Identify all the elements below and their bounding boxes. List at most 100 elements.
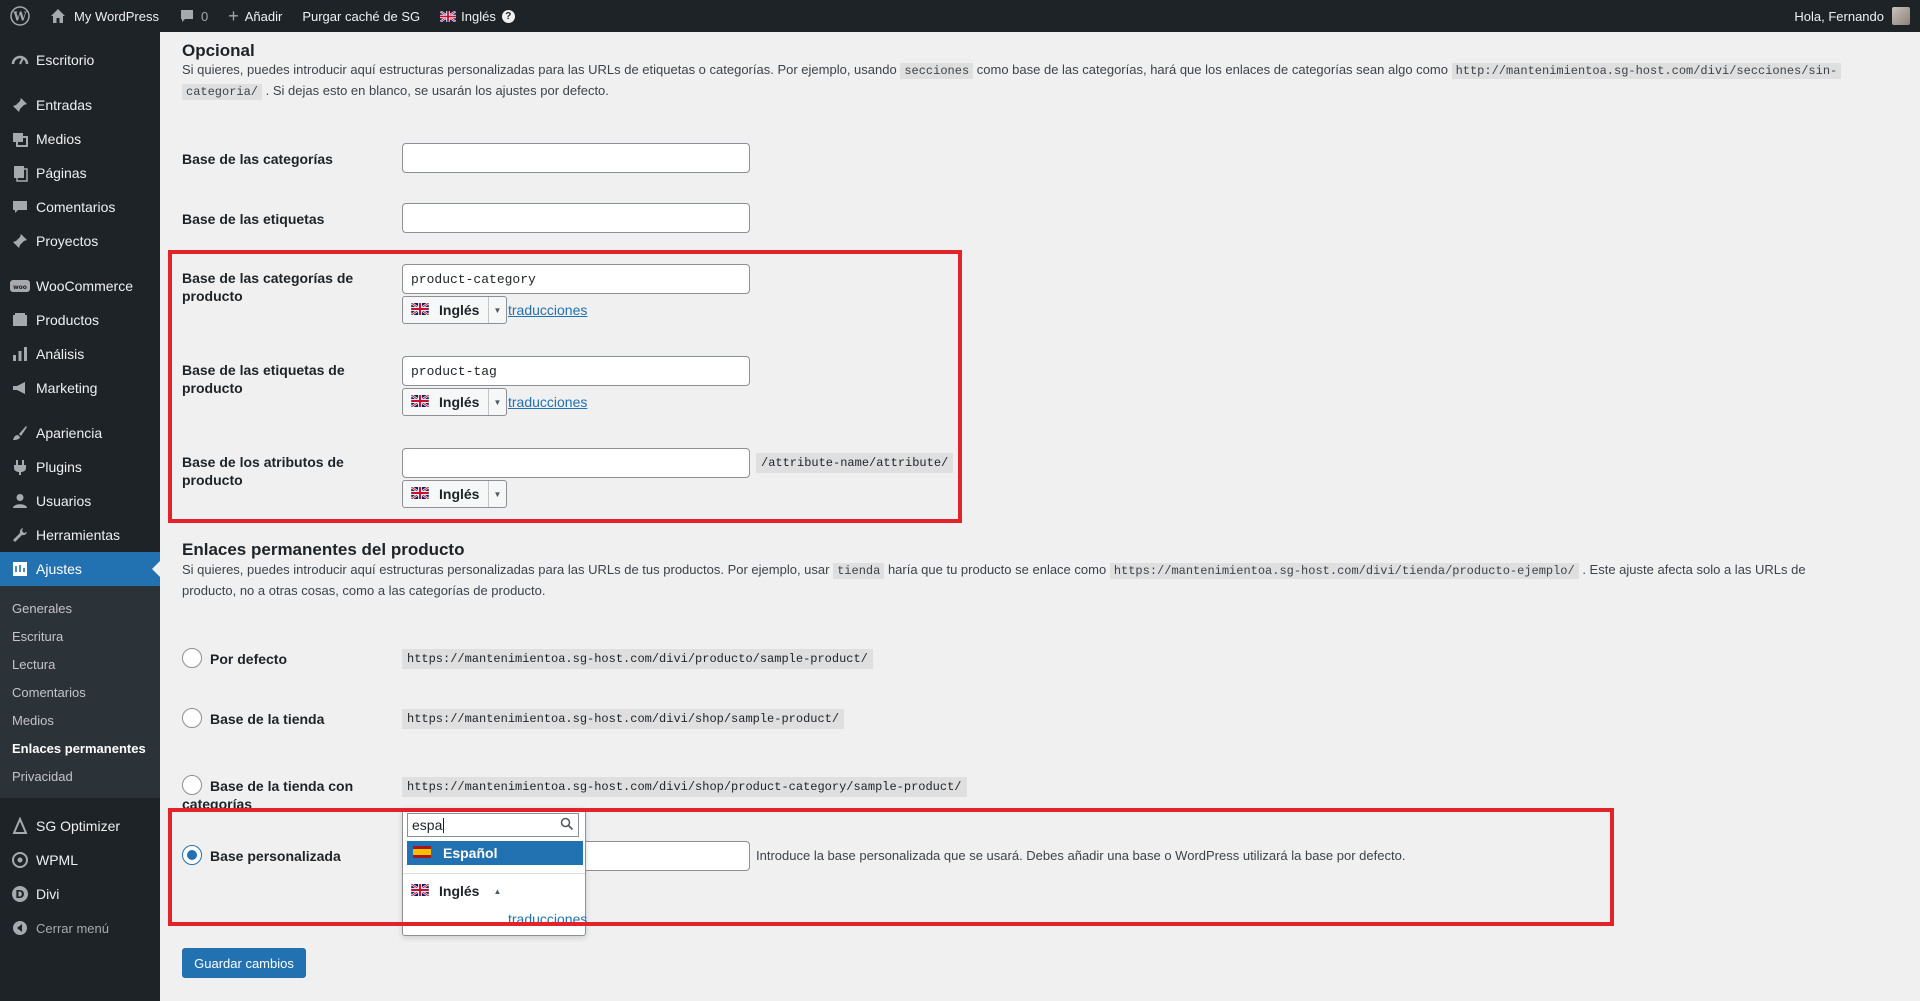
- uk-flag-icon: [410, 883, 430, 899]
- sidebar-item-label: Escritorio: [36, 52, 95, 68]
- comments-link[interactable]: 0: [169, 0, 218, 32]
- sidebar-item-paginas[interactable]: Páginas: [0, 156, 160, 190]
- search-value: espa: [412, 817, 443, 833]
- sidebar-item-label: Ajustes: [36, 561, 82, 577]
- submenu-enlaces-permanentes[interactable]: Enlaces permanentes: [0, 734, 160, 762]
- sidebar-item-wpml[interactable]: WPML: [0, 843, 160, 877]
- desc-text: . Este ajuste afecta solo a las URLs de: [1582, 562, 1806, 577]
- desc-text: Si quieres, puedes introducir aquí estru…: [182, 62, 897, 77]
- category-base-input[interactable]: [402, 143, 750, 173]
- translations-link[interactable]: traducciones: [508, 911, 587, 927]
- uk-flag-icon: [440, 10, 457, 22]
- avatar: [1892, 7, 1910, 25]
- brush-icon: [10, 423, 30, 443]
- submenu-escritura[interactable]: Escritura: [0, 622, 160, 650]
- submenu-lectura[interactable]: Lectura: [0, 650, 160, 678]
- save-changes-button[interactable]: Guardar cambios: [182, 948, 306, 978]
- sidebar-item-comentarios[interactable]: Comentarios: [0, 190, 160, 224]
- sidebar-item-label: Usuarios: [36, 493, 92, 509]
- sidebar-item-label: Marketing: [36, 380, 98, 396]
- desc-text: como base de las categorías, hará que lo…: [976, 62, 1448, 77]
- svg-text:woo: woo: [13, 284, 27, 291]
- desc-text: Si quieres, puedes introducir aquí estru…: [182, 562, 830, 577]
- sidebar-item-label: SG Optimizer: [36, 818, 121, 834]
- sidebar-item-entradas[interactable]: Entradas: [0, 88, 160, 122]
- add-new-label: Añadir: [244, 8, 283, 24]
- language-switcher[interactable]: Inglés ?: [430, 0, 525, 32]
- language-label: Inglés: [439, 394, 480, 410]
- sidebar-item-label: Medios: [36, 131, 82, 147]
- sidebar-item-label: WPML: [36, 852, 78, 868]
- product-permalinks-description: Si quieres, puedes introducir aquí estru…: [182, 560, 1912, 601]
- user-greeting: Hola, Fernando: [1794, 8, 1884, 24]
- submenu-medios[interactable]: Medios: [0, 706, 160, 734]
- label-line: Base de las etiquetas de: [182, 362, 345, 378]
- product-category-base-label: Base de las categorías de producto: [182, 269, 353, 305]
- permalink-custom-radio[interactable]: [182, 845, 202, 865]
- pin-icon: [10, 95, 30, 115]
- add-new-link[interactable]: + Añadir: [218, 0, 292, 32]
- product-category-base-input[interactable]: product-category: [402, 264, 750, 294]
- sidebar-item-productos[interactable]: Productos: [0, 303, 160, 337]
- sidebar-item-usuarios[interactable]: Usuarios: [0, 484, 160, 518]
- sidebar-item-proyectos[interactable]: Proyectos: [0, 224, 160, 258]
- sidebar-item-label: Proyectos: [36, 233, 99, 249]
- admin-sidebar: Escritorio Entradas Medios Páginas Comen…: [0, 32, 160, 1001]
- purge-cache-link[interactable]: Purgar caché de SG: [292, 0, 430, 32]
- pages-icon: [10, 163, 30, 183]
- desc-code: secciones: [900, 63, 974, 79]
- collapse-menu-button[interactable]: Cerrar menú: [0, 911, 160, 945]
- attribute-language-select[interactable]: Inglés ▼: [402, 480, 507, 508]
- permalink-shop-category-url: https://mantenimientoa.sg-host.com/divi/…: [402, 777, 967, 797]
- submenu-generales[interactable]: Generales: [0, 594, 160, 622]
- permalink-shop-category-label: Base de la tienda con categorías: [182, 777, 353, 813]
- sidebar-item-plugins[interactable]: Plugins: [0, 450, 160, 484]
- sidebar-item-label: WooCommerce: [36, 278, 133, 294]
- wordpress-logo-icon[interactable]: W: [0, 0, 40, 32]
- permalink-shop-category-radio[interactable]: [182, 775, 202, 795]
- site-name-link[interactable]: My WordPress: [40, 0, 169, 32]
- language-search-input[interactable]: espa: [407, 813, 579, 837]
- sidebar-item-apariencia[interactable]: Apariencia: [0, 416, 160, 450]
- submenu-comentarios[interactable]: Comentarios: [0, 678, 160, 706]
- product-tag-language-select[interactable]: Inglés ▼: [402, 388, 507, 416]
- purge-cache-label: Purgar caché de SG: [302, 8, 421, 24]
- translations-link[interactable]: traducciones: [508, 394, 587, 410]
- chevron-down-icon: ▼: [488, 297, 506, 323]
- sidebar-item-analisis[interactable]: Análisis: [0, 337, 160, 371]
- sidebar-item-ajustes[interactable]: Ajustes: [0, 552, 160, 586]
- label-line: producto: [182, 380, 243, 396]
- permalink-shop-base-radio[interactable]: [182, 708, 202, 728]
- product-category-language-select[interactable]: Inglés ▼: [402, 296, 507, 324]
- label-line: producto: [182, 472, 243, 488]
- desc-code: tienda: [833, 563, 885, 579]
- attribute-base-input[interactable]: [402, 448, 750, 478]
- main-content: Opcional Si quieres, puedes introducir a…: [160, 32, 1920, 1001]
- sidebar-item-divi[interactable]: D Divi: [0, 877, 160, 911]
- home-icon: [50, 8, 66, 24]
- chevron-up-icon: ▲: [493, 886, 502, 896]
- spain-flag-icon: [413, 845, 431, 861]
- help-icon[interactable]: ?: [501, 9, 515, 23]
- user-account-menu[interactable]: Hola, Fernando: [1784, 0, 1910, 32]
- sidebar-item-woocommerce[interactable]: woo WooCommerce: [0, 269, 160, 303]
- wpml-icon: [10, 850, 30, 870]
- chevron-down-icon: ▼: [488, 389, 506, 415]
- language-dropdown-selected[interactable]: Inglés ▲: [403, 877, 585, 905]
- sidebar-item-sg-optimizer[interactable]: SG Optimizer: [0, 809, 160, 843]
- submenu-privacidad[interactable]: Privacidad: [0, 762, 160, 790]
- language-option-spanish[interactable]: Español: [407, 841, 583, 865]
- translations-link[interactable]: traducciones: [508, 302, 587, 318]
- product-tag-base-label: Base de las etiquetas de producto: [182, 361, 345, 397]
- svg-text:D: D: [15, 888, 24, 901]
- sidebar-item-herramientas[interactable]: Herramientas: [0, 518, 160, 552]
- permalink-default-radio[interactable]: [182, 648, 202, 668]
- permalink-shop-base-label: Base de la tienda: [210, 711, 325, 727]
- product-tag-base-input[interactable]: product-tag: [402, 356, 750, 386]
- sidebar-item-marketing[interactable]: Marketing: [0, 371, 160, 405]
- custom-base-help: Introduce la base personalizada que se u…: [756, 848, 1406, 863]
- sidebar-item-escritorio[interactable]: Escritorio: [0, 43, 160, 77]
- tag-base-input[interactable]: [402, 203, 750, 233]
- divi-icon: D: [10, 884, 30, 904]
- sidebar-item-medios[interactable]: Medios: [0, 122, 160, 156]
